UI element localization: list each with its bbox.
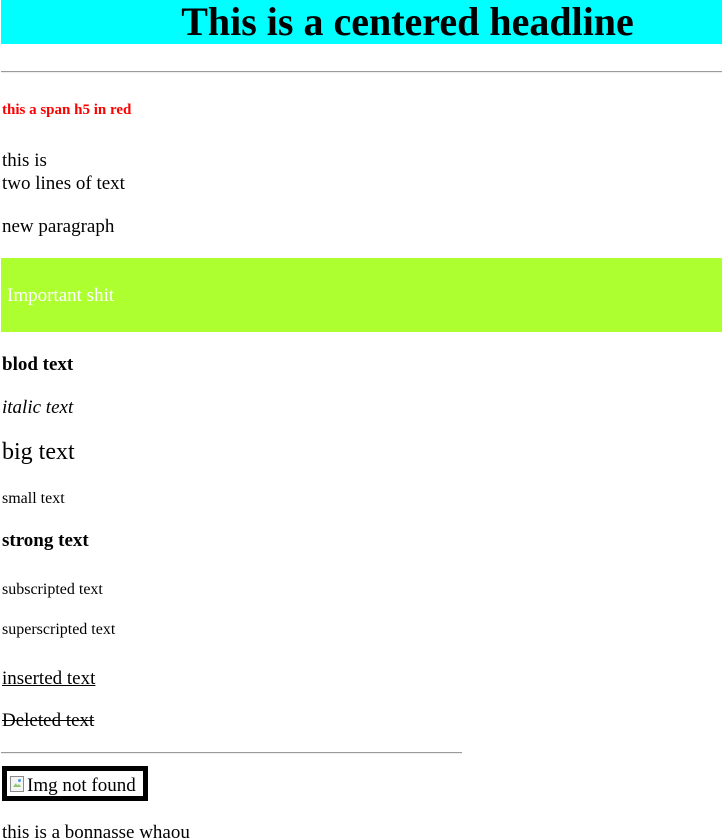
paragraph-line-one: this is: [2, 150, 47, 171]
centered-headline: This is a centered headline: [181, 0, 634, 44]
image-alt-text: Img not found: [27, 775, 136, 796]
small-text: small text: [2, 490, 65, 507]
broken-image-placeholder: Img not found: [2, 766, 148, 801]
subscripted-text: subscripted text: [2, 581, 103, 598]
superscripted-text: superscripted text: [2, 621, 116, 638]
important-text: Important shit: [7, 285, 115, 306]
bold-text: blod text: [2, 354, 74, 375]
inserted-text: inserted text: [2, 668, 96, 689]
big-text: big text: [2, 439, 75, 465]
html-sample-page: This is a centered headline this a span …: [0, 0, 722, 840]
top-horizontal-rule: [1, 71, 722, 73]
new-paragraph-text: new paragraph: [2, 216, 115, 237]
deleted-text: Deleted text: [2, 710, 95, 731]
red-h5-text: this a span h5 in red: [2, 102, 132, 118]
paragraph-line-two: two lines of text: [2, 173, 125, 194]
strong-text: strong text: [2, 530, 89, 551]
bottom-horizontal-rule: [1, 752, 462, 754]
final-text: this is a bonnasse whaou: [2, 822, 190, 840]
broken-image-icon: [10, 776, 24, 792]
italic-text: italic text: [2, 397, 74, 418]
two-line-paragraph: this is two lines of text: [2, 149, 125, 195]
headline-banner: This is a centered headline: [1, 0, 722, 44]
